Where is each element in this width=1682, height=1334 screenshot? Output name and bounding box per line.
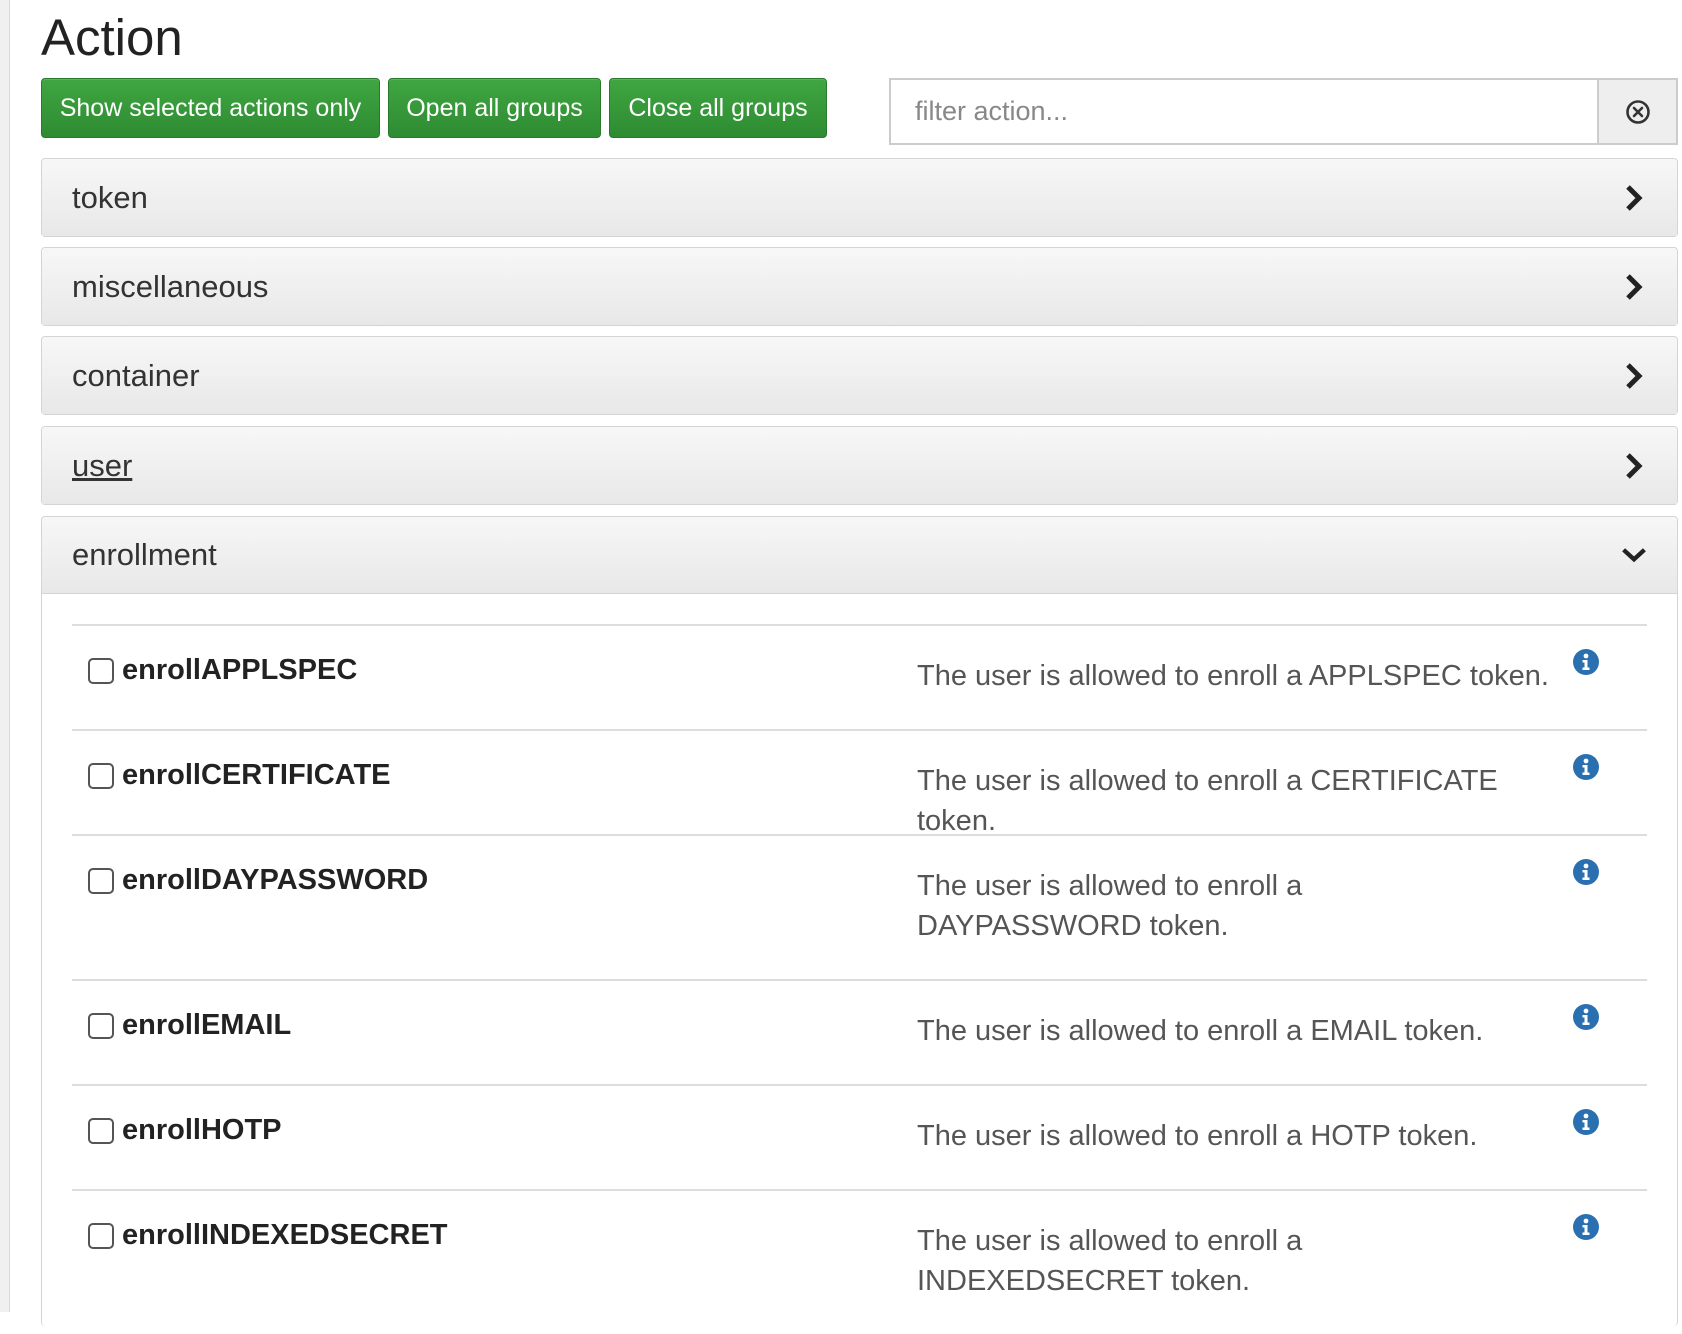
- group-header-token[interactable]: token: [42, 159, 1677, 236]
- group-header-user[interactable]: user: [42, 427, 1677, 504]
- group-title: enrollment: [72, 537, 217, 572]
- group-header-container[interactable]: container: [42, 337, 1677, 414]
- action-row: enrollAPPLSPEC The user is allowed to en…: [72, 624, 1647, 729]
- action-description: The user is allowed to enroll a EMAIL to…: [917, 1015, 1484, 1047]
- group-token: token: [41, 158, 1678, 237]
- action-name: enrollEMAIL: [122, 1009, 292, 1041]
- action-name: enrollHOTP: [122, 1114, 282, 1146]
- action-name: enrollINDEXEDSECRET: [122, 1219, 448, 1251]
- filter-action-input[interactable]: [889, 78, 1597, 145]
- info-icon[interactable]: [1572, 858, 1600, 886]
- toolbar: Show selected actions only Open all grou…: [41, 78, 1678, 145]
- left-rail: [0, 0, 10, 1312]
- action-row: enrollEMAIL The user is allowed to enrol…: [72, 979, 1647, 1084]
- page-title: Action: [41, 9, 183, 66]
- group-title: user: [72, 447, 133, 483]
- chevron-right-icon: [1621, 361, 1647, 391]
- chevron-right-icon: [1621, 272, 1647, 302]
- action-checkbox[interactable]: [88, 763, 114, 789]
- open-all-groups-button[interactable]: Open all groups: [388, 78, 601, 138]
- info-icon[interactable]: [1572, 753, 1600, 781]
- group-title: container: [72, 357, 200, 393]
- action-checkbox[interactable]: [88, 1013, 114, 1039]
- action-description: The user is allowed to enroll a HOTP tok…: [917, 1120, 1478, 1152]
- action-row: enrollDAYPASSWORD The user is allowed to…: [72, 834, 1647, 979]
- action-name: enrollDAYPASSWORD: [122, 864, 429, 896]
- action-checkbox[interactable]: [88, 1223, 114, 1249]
- group-title: token: [72, 179, 148, 215]
- enrollment-action-list: enrollAPPLSPEC The user is allowed to en…: [42, 594, 1677, 1334]
- action-description: The user is allowed to enroll a APPLSPEC…: [917, 660, 1549, 692]
- group-container: container: [41, 336, 1678, 415]
- info-icon[interactable]: [1572, 648, 1600, 676]
- action-checkbox[interactable]: [88, 1118, 114, 1144]
- close-all-groups-button[interactable]: Close all groups: [609, 78, 827, 138]
- info-icon[interactable]: [1572, 1003, 1600, 1031]
- filter-group: [889, 78, 1678, 145]
- group-title: miscellaneous: [72, 268, 269, 304]
- chevron-right-icon: [1621, 451, 1647, 481]
- chevron-down-icon: [1621, 540, 1647, 570]
- group-header-enrollment[interactable]: enrollment: [42, 517, 1677, 594]
- group-user: user: [41, 426, 1678, 505]
- circle-x-icon: [1625, 99, 1650, 124]
- action-name: enrollAPPLSPEC: [122, 654, 358, 686]
- info-icon[interactable]: [1572, 1108, 1600, 1136]
- action-row: enrollHOTP The user is allowed to enroll…: [72, 1084, 1647, 1189]
- action-description: The user is allowed to enroll a DAYPASSW…: [917, 870, 1303, 942]
- action-name: enrollCERTIFICATE: [122, 759, 391, 791]
- action-row: enrollCERTIFICATE The user is allowed to…: [72, 729, 1647, 837]
- chevron-right-icon: [1621, 183, 1647, 213]
- action-description: The user is allowed to enroll a INDEXEDS…: [917, 1225, 1303, 1297]
- clear-filter-button[interactable]: [1597, 78, 1678, 145]
- action-checkbox[interactable]: [88, 868, 114, 894]
- group-header-miscellaneous[interactable]: miscellaneous: [42, 248, 1677, 325]
- action-row: enrollINDEXEDSECRET The user is allowed …: [72, 1189, 1647, 1334]
- action-description: The user is allowed to enroll a CERTIFIC…: [917, 765, 1498, 837]
- show-selected-actions-button[interactable]: Show selected actions only: [41, 78, 380, 138]
- info-icon[interactable]: [1572, 1213, 1600, 1241]
- group-enrollment: enrollment enrollAPPLSPEC The user is al…: [41, 516, 1678, 1326]
- action-checkbox[interactable]: [88, 658, 114, 684]
- group-miscellaneous: miscellaneous: [41, 247, 1678, 326]
